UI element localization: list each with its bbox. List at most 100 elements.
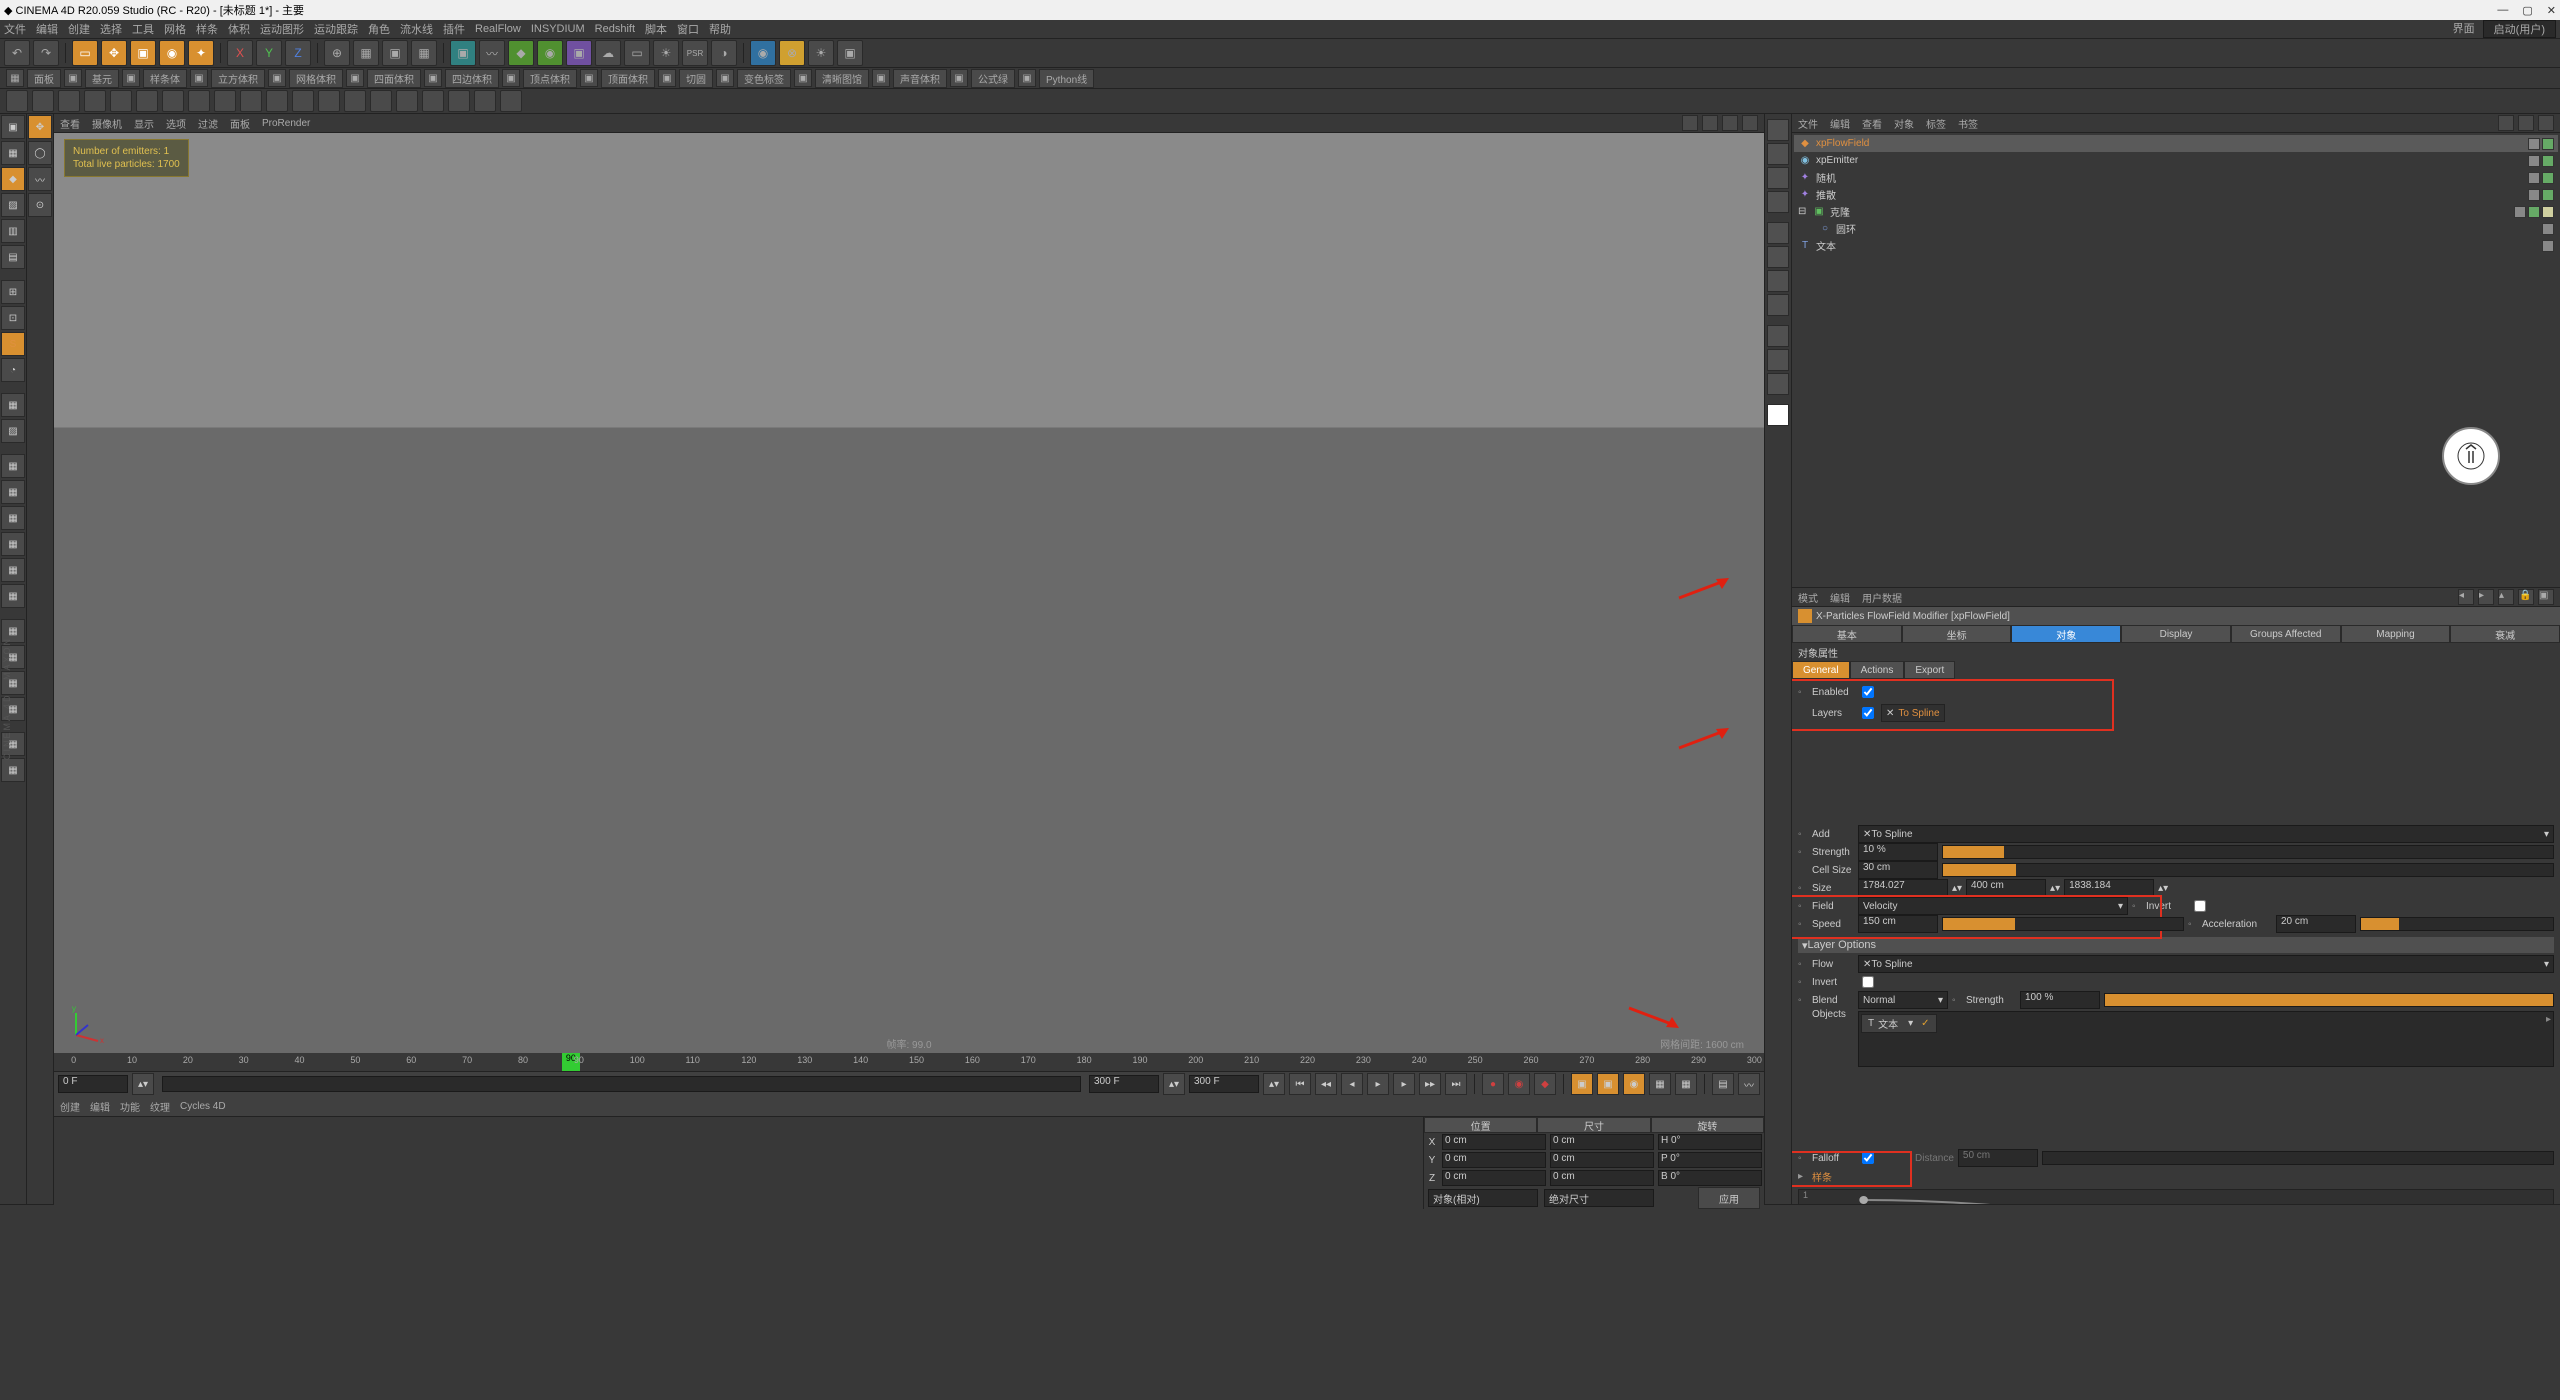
apply-button[interactable]: 应用	[1698, 1187, 1760, 1209]
timeline-scrollbar[interactable]	[162, 1076, 1081, 1092]
render-region-icon[interactable]: ▣	[382, 40, 408, 66]
layout-dropdown[interactable]: 启动(用户)	[2483, 20, 2556, 38]
plugin-icon[interactable]	[474, 90, 496, 112]
subtab-general[interactable]: General	[1792, 661, 1850, 679]
prop-field-dropdown[interactable]: Velocity▾	[1858, 897, 2128, 915]
minimize-icon[interactable]: —	[2497, 4, 2508, 17]
sec-icon[interactable]: ▣	[580, 69, 598, 87]
object-row-text[interactable]: T 文本	[1794, 237, 2558, 254]
am-nav-up-icon[interactable]: ▴	[2498, 589, 2514, 605]
vis-toggle[interactable]	[2514, 206, 2526, 218]
rotate-tool-icon[interactable]: ◉	[159, 40, 185, 66]
vp-nav-icon[interactable]	[1742, 115, 1758, 131]
vp-menu-item[interactable]: 显示	[134, 116, 154, 131]
sec-btn[interactable]: 网格体积	[289, 69, 343, 88]
nav-icon[interactable]	[1767, 119, 1789, 141]
edge-mode-icon[interactable]: ▥	[1, 219, 25, 243]
tab-coord[interactable]: 坐标	[1902, 625, 2012, 643]
axis-gizmo[interactable]: yx	[68, 1003, 108, 1043]
tool-icon[interactable]: ▦	[1, 480, 25, 504]
sec-icon[interactable]: ▣	[424, 69, 442, 87]
brush-icon[interactable]: 〰	[28, 167, 52, 191]
character-icon[interactable]: ☀	[808, 40, 834, 66]
vp-nav-icon[interactable]	[1682, 115, 1698, 131]
prop-objects-well[interactable]: T文本▾✓ ▸	[1858, 1011, 2554, 1067]
key-scale-icon[interactable]: ▣	[1597, 1073, 1619, 1095]
spinner-icon[interactable]: ▴▾	[1263, 1073, 1285, 1095]
place-tool-icon[interactable]: ✦	[188, 40, 214, 66]
tool-icon[interactable]: ▦	[1, 532, 25, 556]
move-icon[interactable]: ✥	[28, 115, 52, 139]
maximize-icon[interactable]: ▢	[2522, 4, 2532, 17]
prop-falloff-checkbox[interactable]	[1862, 1152, 1874, 1164]
plugin-icon[interactable]	[318, 90, 340, 112]
om-search-icon[interactable]	[2498, 115, 2514, 131]
menu-item[interactable]: 工具	[132, 21, 154, 37]
prop-accel-input[interactable]: 20 cm	[2276, 915, 2356, 933]
menu-item[interactable]: 运动图形	[260, 21, 304, 37]
plugin-icon[interactable]	[422, 90, 444, 112]
vp-menu-item[interactable]: 查看	[60, 116, 80, 131]
om-menu-item[interactable]: 查看	[1862, 116, 1882, 131]
menu-item[interactable]: RealFlow	[475, 23, 521, 35]
coord-system-icon[interactable]: ⊕	[324, 40, 350, 66]
am-menu-item[interactable]: 模式	[1798, 590, 1818, 605]
mograph-icon[interactable]: ◉	[750, 40, 776, 66]
tool-icon[interactable]: ▦	[1, 584, 25, 608]
prop-accel-slider[interactable]	[2360, 917, 2554, 931]
material-manager[interactable]	[54, 1117, 1423, 1209]
goto-end-icon[interactable]: ⏭	[1445, 1073, 1467, 1095]
mat-menu-item[interactable]: 功能	[120, 1099, 140, 1114]
prop-layers-field[interactable]: ✕To Spline	[1881, 704, 1945, 722]
viewport-3d[interactable]: Number of emitters: 1 Total live particl…	[54, 133, 1764, 1053]
prev-frame-icon[interactable]: ◂	[1341, 1073, 1363, 1095]
nav-icon[interactable]	[1767, 373, 1789, 395]
prop-spline-label[interactable]: 样条	[1812, 1169, 1832, 1184]
prop-distance-slider[interactable]	[2042, 1151, 2554, 1165]
enable-toggle[interactable]	[2542, 172, 2554, 184]
sec-btn[interactable]: 立方体积	[211, 69, 265, 88]
xp-icon[interactable]: ⊗	[779, 40, 805, 66]
workplane-icon[interactable]: ⊞	[1, 280, 25, 304]
rot-p-input[interactable]: P 0°	[1658, 1152, 1762, 1168]
vp-nav-icon[interactable]	[1702, 115, 1718, 131]
mat-menu-item[interactable]: 纹理	[150, 1099, 170, 1114]
plugin-icon[interactable]	[6, 90, 28, 112]
om-menu-item[interactable]: 编辑	[1830, 116, 1850, 131]
snap-toggle-icon[interactable]: S	[1, 332, 25, 356]
prop-blend-strength-slider[interactable]	[2104, 993, 2554, 1007]
mat-menu-item[interactable]: 创建	[60, 1099, 80, 1114]
texture-mode-icon[interactable]: ▦	[1, 141, 25, 165]
key-pla-icon[interactable]: ▦	[1675, 1073, 1697, 1095]
om-menu-item[interactable]: 文件	[1798, 116, 1818, 131]
isoline-icon[interactable]: ▨	[1, 419, 25, 443]
sec-icon[interactable]: ▣	[658, 69, 676, 87]
magnet-icon[interactable]: ⊙	[28, 193, 52, 217]
environment-icon[interactable]: ☁	[595, 40, 621, 66]
am-nav-fwd-icon[interactable]: ▸	[2478, 589, 2494, 605]
object-chip[interactable]: T文本▾✓	[1861, 1014, 1937, 1033]
subtab-export[interactable]: Export	[1904, 661, 1955, 679]
xray-icon[interactable]: ▦	[1, 393, 25, 417]
nav-icon[interactable]	[1767, 270, 1789, 292]
rot-h-input[interactable]: H 0°	[1658, 1134, 1762, 1150]
plugin-icon[interactable]	[110, 90, 132, 112]
vp-menu-item[interactable]: 过滤	[198, 116, 218, 131]
mat-menu-item[interactable]: 编辑	[90, 1099, 110, 1114]
sec-btn[interactable]: 清晰图馆	[815, 69, 869, 88]
prop-flow-dropdown[interactable]: ✕ To Spline▾	[1858, 955, 2554, 973]
prop-layers-checkbox[interactable]	[1862, 707, 1874, 719]
tool-icon[interactable]: ▦	[1, 454, 25, 478]
keyframe-icon[interactable]: ◆	[1534, 1073, 1556, 1095]
well-arrow-icon[interactable]: ▸	[2546, 1014, 2551, 1025]
prop-speed-input[interactable]: 150 cm	[1858, 915, 1938, 933]
prop-speed-slider[interactable]	[1942, 917, 2184, 931]
plugin-icon[interactable]	[396, 90, 418, 112]
autokey-icon[interactable]: ◉	[1508, 1073, 1530, 1095]
object-row-emitter[interactable]: ◉ xpEmitter	[1794, 152, 2558, 169]
sec-btn[interactable]: 切圆	[679, 69, 713, 88]
enable-toggle[interactable]	[2542, 189, 2554, 201]
object-row-flowfield[interactable]: ◆ xpFlowField	[1794, 135, 2558, 152]
vp-menu-item[interactable]: 面板	[230, 116, 250, 131]
enable-toggle[interactable]	[2542, 138, 2554, 150]
